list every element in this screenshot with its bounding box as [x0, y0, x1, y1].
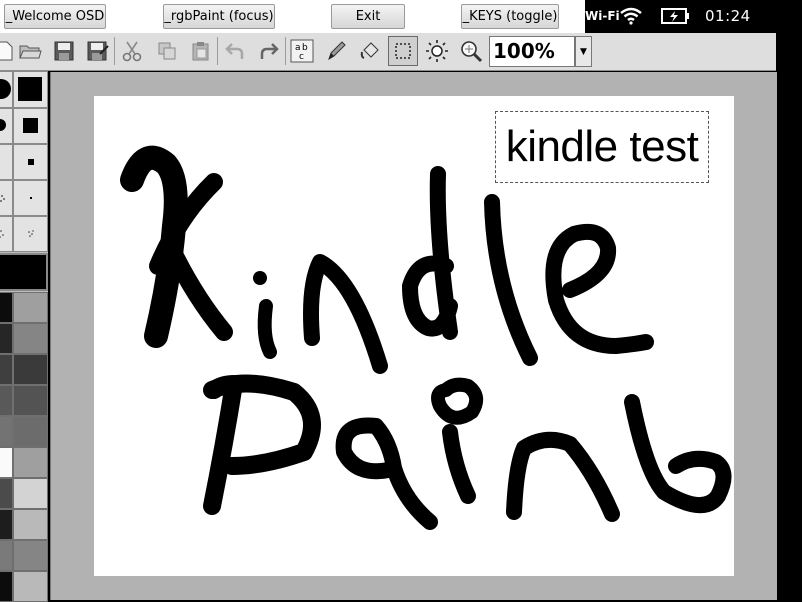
- redo-icon[interactable]: [254, 36, 284, 66]
- toolbar-separator: [285, 37, 286, 65]
- palette-color-swatch[interactable]: [0, 292, 13, 323]
- brush-spray-medium[interactable]: [0, 216, 13, 252]
- palette-color-swatch[interactable]: [0, 571, 13, 602]
- drawing-canvas[interactable]: kindle test: [94, 96, 734, 576]
- palette-color-swatch[interactable]: [13, 354, 48, 385]
- palette-color-swatch[interactable]: [13, 509, 48, 540]
- square-brush-icon: [23, 118, 38, 133]
- exit-button[interactable]: Exit: [331, 4, 405, 29]
- brush-spray-small[interactable]: [13, 216, 48, 252]
- palette-color-swatch[interactable]: [13, 292, 48, 323]
- dot-brush-icon: [30, 197, 32, 199]
- keys-toggle-button[interactable]: _KEYS (toggle): [461, 4, 559, 29]
- brush-square-large[interactable]: [13, 71, 48, 108]
- palette-color-swatch[interactable]: [0, 354, 13, 385]
- palette-color-swatch[interactable]: [13, 478, 48, 509]
- canvas-workspace[interactable]: kindle test: [50, 72, 777, 600]
- palette-color-swatch[interactable]: [0, 385, 13, 416]
- wifi-icon: [619, 7, 643, 29]
- zoom-icon[interactable]: [456, 36, 486, 66]
- square-brush-icon: [28, 159, 34, 165]
- text-tool-icon[interactable]: abc: [287, 36, 317, 66]
- brush-dot-tiny[interactable]: [13, 180, 48, 216]
- paste-icon[interactable]: [186, 36, 216, 66]
- brush-spray-large[interactable]: [0, 180, 13, 216]
- palette-color-swatch[interactable]: [0, 540, 13, 571]
- cut-icon[interactable]: [117, 36, 147, 66]
- square-brush-icon: [18, 77, 42, 101]
- brush-round-small[interactable]: [0, 144, 13, 180]
- brightness-icon[interactable]: [422, 36, 452, 66]
- current-color-swatch[interactable]: [0, 253, 48, 291]
- status-bar: Wi-Fi 01:24: [585, 0, 802, 33]
- wifi-label: Wi-Fi: [585, 9, 620, 23]
- osd-bar: _Welcome OSD _rgbPaint (focus) Exit _KEY…: [0, 0, 585, 33]
- open-folder-icon[interactable]: [15, 36, 45, 66]
- copy-icon[interactable]: [152, 36, 182, 66]
- palette-color-swatch[interactable]: [0, 416, 13, 447]
- zoom-dropdown-arrow-icon[interactable]: ▼: [575, 36, 592, 67]
- brush-square-medium[interactable]: [13, 108, 48, 144]
- battery-charging-icon: [661, 8, 691, 28]
- palette-color-swatch[interactable]: [0, 323, 13, 354]
- toolbar-separator: [114, 37, 115, 65]
- palette-color-swatch[interactable]: [13, 323, 48, 354]
- palette-color-swatch[interactable]: [0, 509, 13, 540]
- palette-color-swatch[interactable]: [13, 447, 48, 478]
- zoom-level-field[interactable]: 100%: [489, 36, 575, 67]
- palette-color-swatch[interactable]: [13, 385, 48, 416]
- right-black-edge: [776, 33, 802, 600]
- toolbar-separator: [217, 37, 218, 65]
- save-as-icon[interactable]: [83, 36, 113, 66]
- brush-round-medium[interactable]: [0, 108, 13, 144]
- canvas-text: kindle test: [505, 122, 699, 171]
- clock: 01:24: [705, 7, 751, 25]
- save-icon[interactable]: [49, 36, 79, 66]
- undo-icon[interactable]: [220, 36, 250, 66]
- toolbar: abc 100% ▼: [0, 33, 776, 71]
- palette-color-swatch[interactable]: [13, 571, 48, 602]
- brush-round-large[interactable]: [0, 71, 13, 108]
- welcome-osd-button[interactable]: _Welcome OSD: [4, 4, 106, 29]
- palette-color-swatch[interactable]: [0, 478, 13, 509]
- brush-square-small[interactable]: [13, 144, 48, 180]
- svg-text:c: c: [299, 52, 304, 62]
- palette-color-swatch[interactable]: [13, 416, 48, 447]
- palette-color-swatch[interactable]: [0, 447, 13, 478]
- round-brush-icon: [0, 119, 6, 131]
- text-selection-box[interactable]: kindle test: [495, 111, 709, 183]
- tool-panel: [0, 71, 48, 602]
- pencil-icon[interactable]: [321, 36, 351, 66]
- select-rectangle-icon[interactable]: [388, 36, 418, 66]
- fill-icon[interactable]: [355, 36, 385, 66]
- rgbpaint-focus-button[interactable]: _rgbPaint (focus): [163, 4, 275, 29]
- palette-color-swatch[interactable]: [13, 540, 48, 571]
- round-brush-icon: [0, 79, 11, 99]
